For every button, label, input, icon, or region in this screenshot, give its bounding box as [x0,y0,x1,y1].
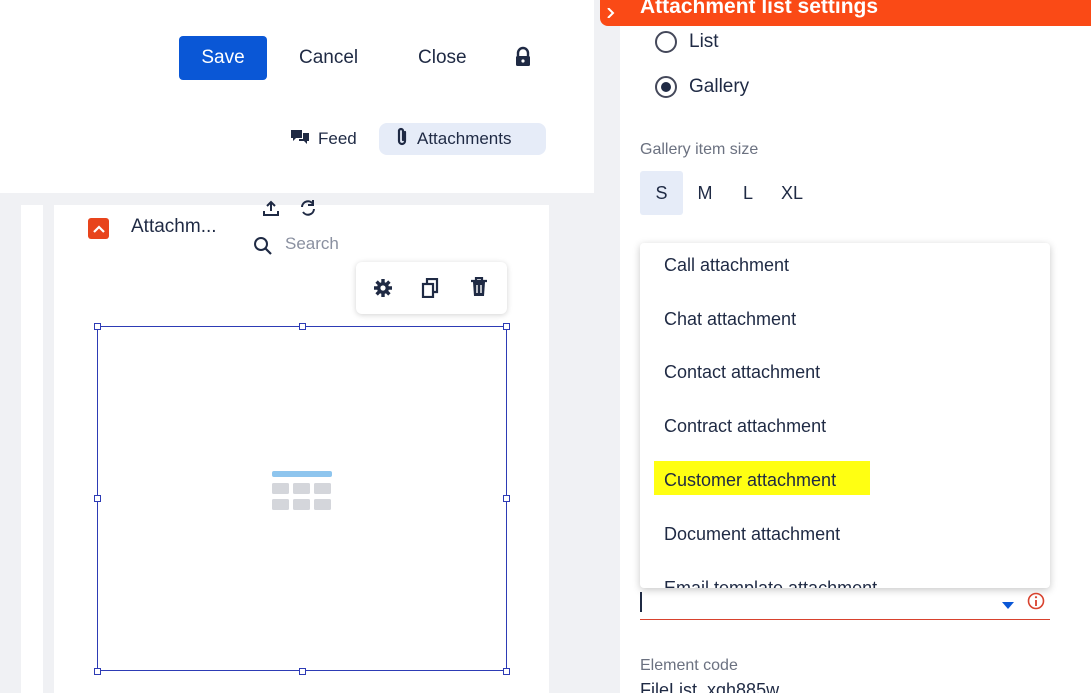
collapse-button[interactable] [88,218,109,239]
chevron-up-icon [92,220,105,238]
size-option-l[interactable]: L [726,171,770,215]
radio-circle [655,31,677,53]
radio-gallery-label: Gallery [689,76,750,97]
resize-handle[interactable] [503,495,510,502]
dropdown-option-highlighted[interactable]: Customer attachment [654,461,871,495]
trash-icon[interactable] [470,276,488,302]
tab-feed[interactable]: Feed [290,123,357,155]
radio-list[interactable]: List [655,27,719,57]
dropdown-option[interactable]: Document attachment [664,524,840,545]
chevron-right-icon[interactable] [606,0,616,24]
gear-icon[interactable] [373,278,393,303]
element-code-label: Element code [640,657,738,674]
attachments-widget-title: Attachm... [131,216,217,237]
paperclip-icon [395,127,409,152]
element-actions-toolbar [356,262,507,314]
error-info-icon [1027,592,1045,615]
element-code-value: FileList_xqh885w [640,680,780,693]
tab-attachments-label: Attachments [417,129,512,148]
size-option-m[interactable]: M [683,171,727,215]
resize-handle[interactable] [503,323,510,330]
resize-handle[interactable] [299,668,306,675]
resize-handle[interactable] [94,495,101,502]
chat-bubbles-icon [290,128,310,151]
dropdown-option[interactable]: Chat attachment [664,309,796,330]
canvas-gutter [21,205,43,693]
lock-icon[interactable] [512,46,534,68]
resize-handle[interactable] [503,668,510,675]
dropdown-option[interactable]: Email template attachment [664,578,877,588]
search-icon [253,236,273,261]
editor-toolbar-panel [0,0,594,193]
search-input[interactable]: Search [285,234,339,254]
dropdown-option[interactable]: Call attachment [664,255,789,276]
tab-attachments[interactable]: Attachments [379,123,546,155]
refresh-icon[interactable] [298,199,318,222]
source-dropdown-list: Call attachment Chat attachment Contact … [640,243,1050,588]
settings-title: Attachment list settings [640,0,879,18]
cancel-button[interactable]: Cancel [299,36,358,80]
dropdown-option[interactable]: Contact attachment [664,362,820,383]
size-option-xl[interactable]: XL [770,171,814,215]
radio-list-label: List [689,31,719,52]
save-button[interactable]: Save [179,36,267,80]
caret-down-icon[interactable] [1002,597,1014,615]
resize-handle[interactable] [299,323,306,330]
resize-handle[interactable] [94,668,101,675]
close-button[interactable]: Close [418,36,467,80]
upload-icon[interactable] [262,199,280,222]
dropdown-option[interactable]: Contract attachment [664,416,826,437]
resize-handle[interactable] [94,323,101,330]
radio-circle-selected [655,76,677,98]
radio-gallery[interactable]: Gallery [655,72,749,102]
copy-icon[interactable] [421,277,439,303]
size-option-s[interactable]: S [640,171,683,215]
gallery-size-label: Gallery item size [640,141,759,158]
settings-header: Attachment list settings [600,0,1091,26]
tab-feed-label: Feed [318,129,357,148]
gallery-placeholder-icon [272,471,332,518]
select-input-cursor[interactable] [640,592,642,612]
selected-attachment-element[interactable] [97,326,507,671]
select-input-underline [640,619,1050,620]
